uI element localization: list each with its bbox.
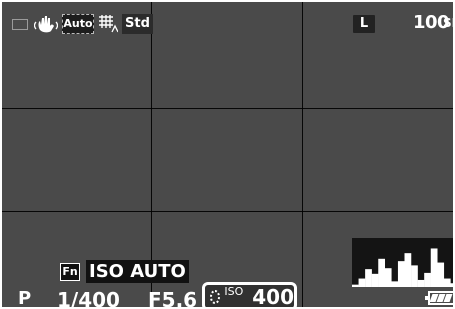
style-label: Std bbox=[125, 16, 150, 31]
histogram-bar bbox=[430, 248, 438, 287]
picture-style-std: Std bbox=[122, 14, 153, 34]
histogram-bars bbox=[352, 248, 453, 287]
histogram-bar bbox=[424, 272, 431, 287]
auto-mode-icon: Auto bbox=[62, 14, 94, 34]
battery-segment-3 bbox=[443, 294, 453, 302]
battery-icon bbox=[425, 291, 453, 305]
iso-selector[interactable]: ISO 400 bbox=[202, 282, 297, 309]
iso-auto-label: ISO AUTO bbox=[86, 260, 189, 283]
histogram-bar bbox=[397, 261, 405, 287]
histogram-bar bbox=[352, 284, 359, 287]
storage-indicator: SD bbox=[443, 16, 453, 30]
hand-shake-icon-svg bbox=[34, 16, 58, 33]
grid-line-horizontal-2 bbox=[2, 211, 453, 212]
grid-display-icon-svg bbox=[99, 15, 118, 33]
histogram-panel bbox=[352, 238, 453, 287]
histogram-bar bbox=[365, 269, 372, 287]
histogram-bar bbox=[384, 268, 392, 287]
grid-line-horizontal-1 bbox=[2, 108, 453, 109]
grid-display-icon bbox=[98, 14, 118, 34]
shooting-mode: P bbox=[18, 288, 32, 309]
histogram-bar bbox=[450, 283, 453, 287]
histogram-bar bbox=[404, 253, 412, 287]
fn-badge: Fn bbox=[60, 262, 80, 281]
histogram-bar bbox=[417, 279, 425, 287]
auto-label: Auto bbox=[63, 17, 93, 30]
histogram-bar bbox=[437, 262, 445, 287]
dial-icon bbox=[210, 289, 221, 304]
frame-mode-icon bbox=[12, 18, 28, 30]
iso-small-label: ISO bbox=[224, 285, 244, 298]
histogram-bar bbox=[391, 281, 399, 287]
histogram-bar bbox=[371, 273, 379, 287]
iso-value: 400 bbox=[252, 284, 294, 309]
shutter-speed: 1/400 bbox=[57, 288, 120, 309]
hand-shake-icon bbox=[34, 14, 58, 34]
histogram-bar bbox=[411, 265, 418, 287]
image-size-indicator: L bbox=[353, 15, 375, 33]
top-status-bar: Auto Std bbox=[12, 11, 153, 37]
grid-line-vertical-2 bbox=[302, 2, 303, 307]
aperture-value: F5.6 bbox=[148, 288, 198, 309]
camera-lcd-screen: Auto Std L 100 SD Fn ISO AUTO P 1/400 F5… bbox=[0, 0, 455, 309]
histogram-bar bbox=[443, 278, 451, 287]
fn-iso-mode: Fn ISO AUTO bbox=[60, 260, 189, 283]
histogram-bar bbox=[358, 278, 366, 287]
histogram-bar bbox=[378, 258, 386, 287]
